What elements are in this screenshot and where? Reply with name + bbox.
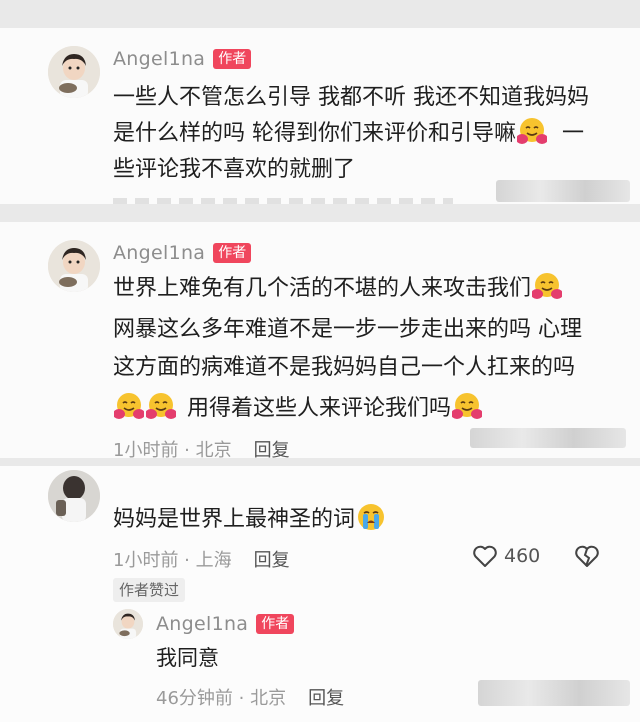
- reply-text: 我同意: [156, 646, 219, 670]
- comment-text-line-2: 是什么样的吗 轮得到你们来评价和引导嘛一: [113, 116, 584, 151]
- comment-meta: 1小时前 · 北京 回复: [113, 436, 290, 458]
- blurred-region: [478, 680, 630, 706]
- comment-time: 1小时前 · 上海: [113, 550, 232, 571]
- reply-header: Angel1na 作者: [156, 613, 295, 635]
- hugging-face-emoji: [517, 116, 547, 146]
- comment-text: 妈妈是世界上最神圣的词: [113, 502, 387, 537]
- comment-text-line-3: 这方面的病难道不是我妈妈自己一个人扛来的吗: [113, 355, 576, 380]
- hugging-face-emoji: [452, 391, 483, 421]
- reply-time: 46分钟前 · 北京: [156, 688, 287, 709]
- hugging-face-emoji: [146, 391, 176, 421]
- reply-author-avatar[interactable]: [113, 609, 143, 639]
- comment-header: Angel1na 作者: [113, 242, 252, 264]
- author-badge: 作者: [213, 49, 252, 69]
- comment-text-line-4: 用得着这些人来评论我们吗: [113, 391, 483, 426]
- comment-time: 1小时前 · 北京: [113, 440, 232, 458]
- like-count: 460: [504, 545, 541, 567]
- hugging-face-emoji: [114, 391, 144, 421]
- comment-text-line-3: 些评论我不喜欢的就删了: [113, 157, 356, 182]
- reply-meta: 46分钟前 · 北京 回复: [156, 684, 344, 710]
- like-button[interactable]: 460: [472, 544, 540, 568]
- author-liked-tag: 作者赞过: [113, 578, 186, 602]
- blurred-region: [496, 180, 630, 202]
- blurred-region: [470, 428, 626, 448]
- reply-button[interactable]: 回复: [254, 440, 290, 458]
- crying-face-emoji: [356, 502, 386, 532]
- cropped-meta-row: [113, 198, 453, 204]
- hugging-face-emoji: [532, 271, 563, 301]
- comment-meta: 1小时前 · 上海 回复: [113, 546, 290, 572]
- reply-button[interactable]: 回复: [308, 688, 344, 709]
- comment-card-2: Angel1na 作者 世界上难免有几个活的不堪的人来攻击我们 网暴这么多年难道…: [0, 222, 640, 458]
- commenter-avatar[interactable]: [48, 470, 100, 522]
- username[interactable]: Angel1na: [113, 242, 205, 264]
- comment-text-line-1: 世界上难免有几个活的不堪的人来攻击我们: [113, 271, 563, 306]
- broken-heart-icon: [575, 545, 599, 567]
- comment-card-3: 妈妈是世界上最神圣的词 1小时前 · 上海 回复 460 作者赞过 Angel1n…: [0, 466, 640, 722]
- heart-icon: [473, 545, 497, 567]
- author-badge: 作者: [213, 243, 252, 263]
- reply-username[interactable]: Angel1na: [156, 613, 248, 635]
- comment-card-1: Angel1na 作者 一些人不管怎么引导 我都不听 我还不知道我妈妈 是什么样…: [0, 28, 640, 204]
- author-badge: 作者: [256, 614, 295, 634]
- username[interactable]: Angel1na: [113, 48, 205, 70]
- author-avatar[interactable]: [48, 240, 100, 292]
- comment-header: Angel1na 作者: [113, 48, 252, 70]
- comment-text-line-1: 一些人不管怎么引导 我都不听 我还不知道我妈妈: [113, 85, 589, 110]
- reply-button[interactable]: 回复: [254, 550, 290, 571]
- comment-text-line-2: 网暴这么多年难道不是一步一步走出来的吗 心理: [113, 317, 582, 342]
- author-avatar[interactable]: [48, 46, 100, 98]
- dislike-button[interactable]: [574, 544, 600, 568]
